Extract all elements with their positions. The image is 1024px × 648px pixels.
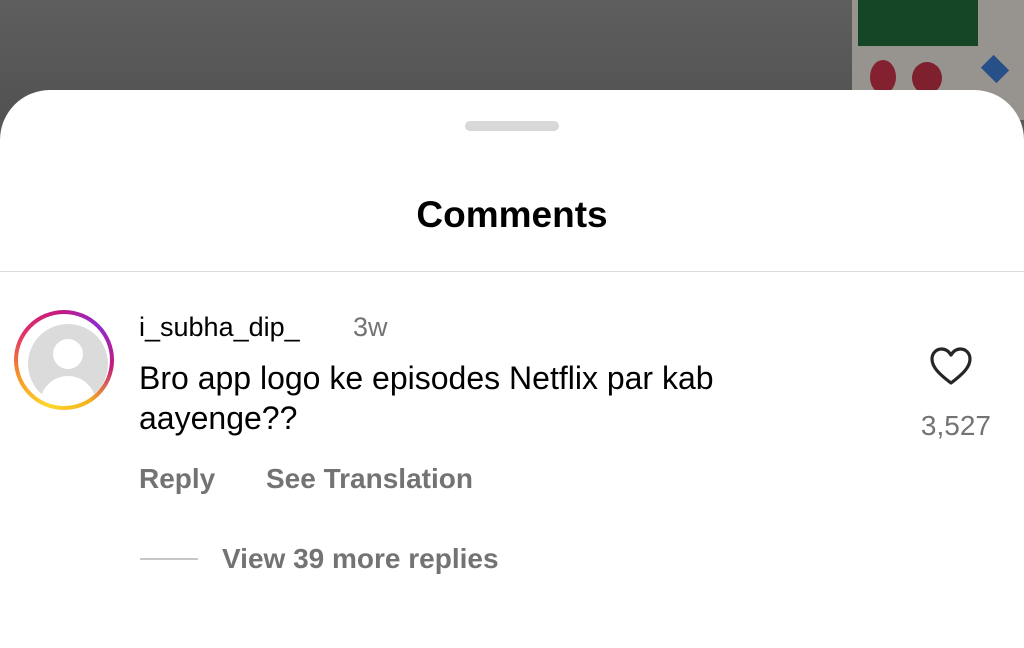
comments-sheet: Comments i_subha_dip_ 3w Bro app logo ke…	[0, 90, 1024, 648]
default-avatar-icon	[28, 324, 108, 404]
comment-timestamp: 3w	[353, 312, 388, 342]
sheet-title: Comments	[416, 194, 608, 235]
see-translation-button[interactable]: See Translation	[266, 461, 473, 497]
reply-button[interactable]: Reply	[139, 461, 215, 497]
like-count: 3,527	[920, 410, 991, 441]
comment-text: Bro app logo ke episodes Netflix par kab…	[139, 360, 714, 436]
replies-divider-line	[140, 558, 198, 560]
header-divider	[0, 271, 1024, 272]
avatar-story-ring[interactable]	[14, 310, 114, 410]
sheet-grabber[interactable]	[465, 121, 559, 131]
heart-outline-icon[interactable]	[929, 346, 973, 386]
comment-username[interactable]: i_subha_dip_	[139, 309, 300, 345]
view-more-replies-button[interactable]: View 39 more replies	[222, 541, 499, 577]
